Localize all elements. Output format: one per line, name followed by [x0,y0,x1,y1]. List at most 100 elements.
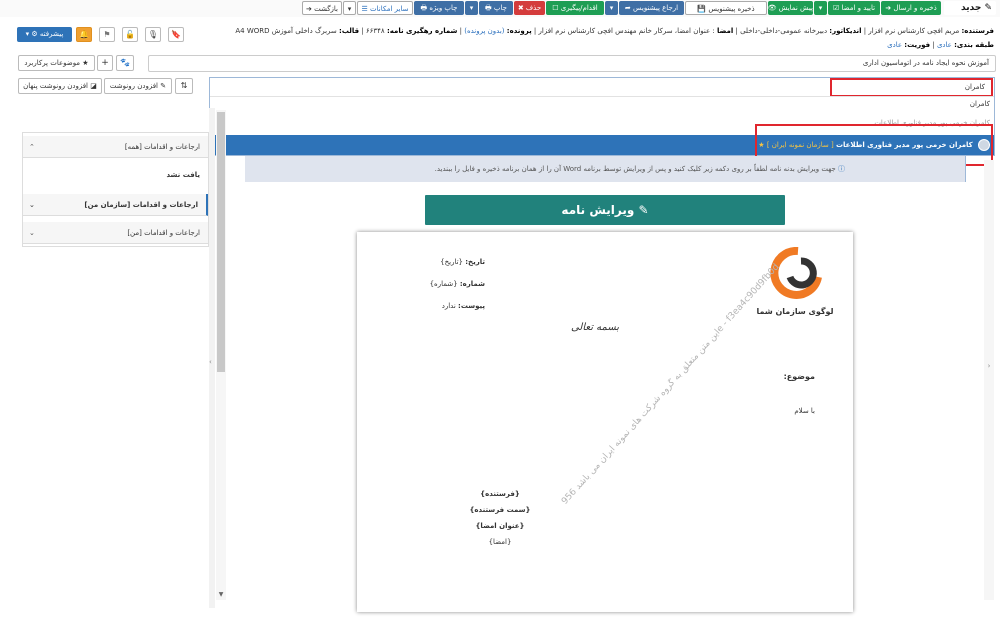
recipient-input[interactable]: کامران [830,78,993,97]
add-copy-label: افزودن رونوشت [109,82,158,90]
edit-letter-button[interactable]: ✎ ویرایش نامه [425,195,785,225]
approve-sign-label: تایید و امضا [841,4,876,12]
classification-label: طبقه بندی: [954,41,994,49]
add-topic-button[interactable]: + [97,55,113,71]
add-hidden-copy-label: افزودن رونوشت پنهان [23,82,89,90]
content-right-border [965,156,966,182]
sort-icon[interactable]: ⇅ [175,78,193,94]
preview-button[interactable]: پیش نمایش 👁 [768,1,813,15]
lock-icon[interactable]: 🔓 [122,27,138,42]
number-value: {شماره} [429,280,458,288]
sidebar-item-all-label: ارجاعات و اقدامات [همه] [124,143,200,151]
save-send-label: ذخیره و ارسال [893,4,937,12]
number-label: شماره: [459,280,485,288]
collapse-handle-icon[interactable]: ‹ [209,358,215,366]
new-label: جدید [961,3,982,13]
sidebar-item-my-org-label: ارجاعات و اقدامات [سازمان من] [84,201,198,209]
delete-button[interactable]: حذف ✖ [514,1,545,15]
chevron-up-icon: ⌃ [29,143,35,151]
special-print-label: چاپ ویژه [429,4,458,12]
info-text: جهت ویرایش بدنه نامه لطفاً بر روی دکمه ز… [434,165,836,173]
main-scrollbar-thumb[interactable] [217,112,225,372]
action-followup-button[interactable]: اقدام/پیگیری ☐ [546,1,604,15]
meta-line-1: فرستنده: مریم افچی کارشناس نرم افزار | ا… [235,27,994,35]
back-button[interactable]: بازگشت ➔ [302,1,342,15]
advanced-button[interactable]: پیشرفته ⚙ ▾ [17,27,72,42]
selected-item-content[interactable]: کامران خرمی پور مدیر فناوری اطلاعات [ سا… [758,137,990,153]
attachment-label: پیوست: [458,302,485,310]
delete-label: حذف [525,4,542,12]
frequent-topics-label: موضوعات پرکاربرد [24,59,81,67]
star-icon: ★ [758,141,765,149]
right-scrollbar[interactable] [984,160,994,600]
subject-input[interactable]: آموزش نحوه ایجاد نامه در اتوماسیون اداری [148,55,996,72]
file-label: پرونده: [506,27,532,35]
basmala: بسمه تعالی [570,322,620,333]
return-draft-button[interactable]: ارجاع پیشنویس ➦ [619,1,684,15]
return-draft-label: ارجاع پیشنویس [633,4,679,12]
print-button[interactable]: چاپ 🖶 [479,1,513,15]
print-label: چاپ [493,4,507,12]
save-draft-label: ذخیره پیشنویس [708,5,755,13]
not-found-label: یافت نشد [166,171,200,179]
date-value: {تاریخ} [440,258,463,266]
add-hidden-copy-button[interactable]: ◪ افزودن رونوشت پنهان [18,78,102,94]
attachment-value: ندارد [441,302,456,310]
bell-icon[interactable]: 🔔 [76,27,92,42]
other-features-button[interactable]: سایر امکانات ☰ [357,1,413,15]
sidebar-item-all[interactable]: ارجاعات و اقدامات [همه] ⌃ [23,136,208,158]
file-value[interactable]: (بدون پرونده) [464,27,504,35]
autocomplete-item-1[interactable]: کامران [880,100,990,112]
selected-item-name: کامران خرمی پور مدیر فناوری اطلاعات [835,141,973,149]
sidebar-item-my-org[interactable]: ارجاعات و اقدامات [سازمان من] ⌄ [23,194,208,216]
right-collapse-icon[interactable]: › [984,362,994,370]
date-line: تاریخ: {تاریخ} [410,258,485,266]
sender-label: فرستنده: [961,27,994,35]
bookmark-icon[interactable]: 🔖 [168,27,184,42]
edit-letter-label: ویرایش نامه [561,203,635,217]
print-dropdown[interactable]: ▾ [465,1,478,15]
greeting: با سلام [794,407,815,415]
chevron-down-icon: ⌄ [29,229,35,237]
frequent-topics-button[interactable]: ★ موضوعات پرکاربرد [18,55,95,71]
tracking-label: شماره رهگیری نامه: [386,27,458,35]
letter-subject-label: موضوع: [783,372,815,381]
other-features-label: سایر امکانات [370,5,409,13]
indicator-value: دبیرخانه عمومی-داخلی-داخلی [740,27,828,35]
special-print-button[interactable]: چاپ ویژه 🖶 [414,1,464,15]
sidebar-item-mine[interactable]: ارجاعات و اقدامات [من] ⌄ [23,222,208,244]
sender-post-placeholder: {سمت فرستنده} [469,506,531,514]
return-draft-dropdown[interactable]: ▾ [605,1,618,15]
avatar [978,139,990,151]
logo-text: لوگوی سازمان شما [756,307,834,316]
save-send-button[interactable]: ذخیره و ارسال ➜ [881,1,941,15]
paw-icon[interactable]: 🐾 [116,55,134,71]
advanced-label: پیشرفته [39,30,64,38]
flag-icon[interactable]: ⚑ [99,27,115,42]
attachment-line: پیوست: ندارد [410,302,485,310]
number-line: شماره: {شماره} [410,280,485,288]
sidebar-item-not-found: یافت نشد [23,164,208,186]
urgency-value[interactable]: عادی [887,41,902,49]
sidebar-item-mine-label: ارجاعات و اقدامات [من] [127,229,200,237]
save-draft-button[interactable]: ذخیره پیشنویس 💾 [685,1,767,15]
preview-label: پیش نمایش [778,4,813,12]
tracking-value: ۶۶۳۴۸ [365,27,385,35]
new-button[interactable]: ✎ جدید [944,1,996,15]
sign-value: عنوان امضا، سرکار خانم مهندس افچی کارشنا… [538,27,711,35]
scroll-down-icon[interactable]: ▼ [217,591,225,598]
other-features-dropdown[interactable]: ▾ [343,1,356,15]
action-followup-label: اقدام/پیگیری [560,4,598,12]
approve-sign-button[interactable]: تایید و امضا ☑ [828,1,880,15]
selected-item-org: [ سازمان نمونه ایران ] [766,141,834,149]
template-label: قالب: [339,27,360,35]
back-label: بازگشت [314,5,338,13]
classification-value[interactable]: عادی [937,41,952,49]
sign-label: امضا [717,27,734,35]
approve-sign-dropdown[interactable]: ▾ [814,1,827,15]
template-value: سربرگ داخلی آموزش A4 WORD [235,27,337,35]
info-icon: ⓘ [838,165,845,173]
sender-placeholder: {فرستنده} [480,490,520,498]
microphone-icon[interactable]: 🎙 [145,27,161,42]
add-copy-button[interactable]: ✎ افزودن رونوشت [104,78,172,94]
